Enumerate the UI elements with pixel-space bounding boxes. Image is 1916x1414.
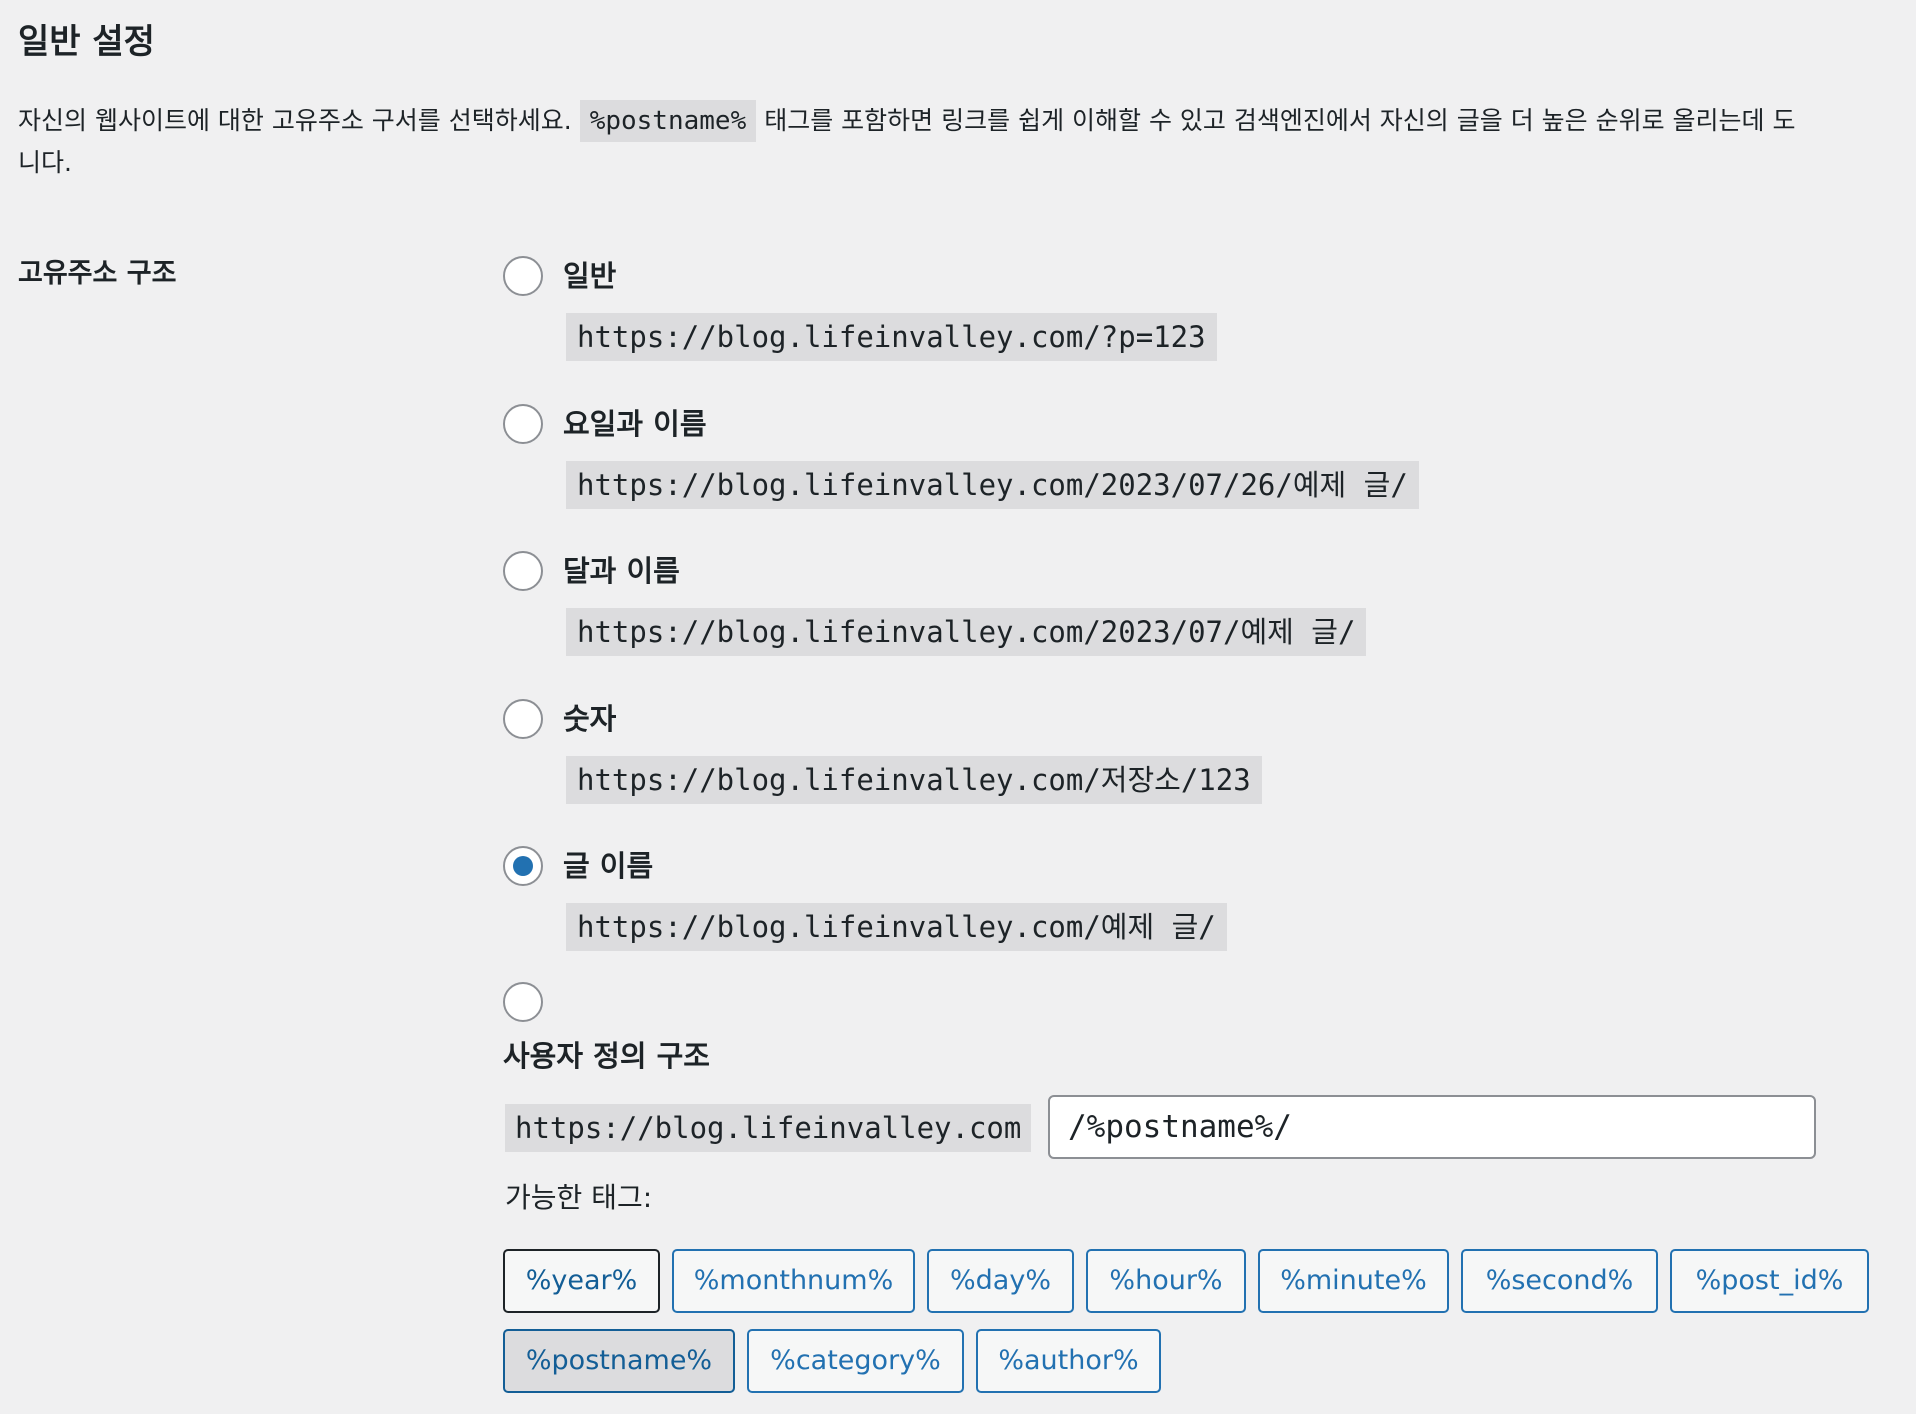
tag-button-year[interactable]: %year% [503,1249,660,1313]
page-title: 일반 설정 [18,22,155,62]
permalink-structure-label: 고유주소 구조 [18,258,177,289]
example-url-post-name: https://blog.lifeinvalley.com/예제 글/ [566,903,1227,951]
description-line2: 니다. [18,148,72,177]
custom-structure-input[interactable] [1048,1095,1816,1159]
tag-button-hour[interactable]: %hour% [1086,1249,1246,1313]
description-text-after: 태그를 포함하면 링크를 쉽게 이해할 수 있고 검색엔진에서 자신의 글을 더… [764,106,1796,135]
tag-button-monthnum[interactable]: %monthnum% [672,1249,915,1313]
permalink-description: 자신의 웹사이트에 대한 고유주소 구서를 선택하세요. %postname% 태그… [18,100,1916,142]
radio-day-and-name[interactable] [503,404,543,444]
option-label-day-and-name[interactable]: 요일과 이름 [563,404,707,444]
example-url-day-and-name: https://blog.lifeinvalley.com/2023/07/26… [566,461,1419,509]
radio-month-and-name[interactable] [503,551,543,591]
custom-structure-label[interactable]: 사용자 정의 구조 [503,1036,710,1076]
tag-button-postname[interactable]: %postname% [503,1329,735,1393]
tag-button-author[interactable]: %author% [976,1329,1161,1393]
tag-button-post-id[interactable]: %post_id% [1670,1249,1869,1313]
available-tags-label: 가능한 태그: [505,1181,653,1214]
radio-custom-structure[interactable] [503,982,543,1022]
postname-code: %postname% [579,100,757,142]
tag-button-day[interactable]: %day% [927,1249,1074,1313]
radio-plain[interactable] [503,256,543,296]
example-url-plain: https://blog.lifeinvalley.com/?p=123 [566,313,1217,361]
example-url-month-and-name: https://blog.lifeinvalley.com/2023/07/예제… [566,608,1367,656]
tag-button-second[interactable]: %second% [1461,1249,1658,1313]
tag-button-category[interactable]: %category% [747,1329,964,1393]
option-label-month-and-name[interactable]: 달과 이름 [563,551,680,591]
example-url-numeric: https://blog.lifeinvalley.com/저장소/123 [566,756,1262,804]
tag-button-minute[interactable]: %minute% [1258,1249,1449,1313]
option-label-numeric[interactable]: 숫자 [563,699,616,739]
radio-post-name[interactable] [503,846,543,886]
option-label-plain[interactable]: 일반 [563,256,616,296]
option-label-post-name[interactable]: 글 이름 [563,846,653,886]
description-text-before: 자신의 웹사이트에 대한 고유주소 구서를 선택하세요. [18,106,572,135]
radio-numeric[interactable] [503,699,543,739]
custom-structure-prefix: https://blog.lifeinvalley.com [505,1104,1032,1152]
